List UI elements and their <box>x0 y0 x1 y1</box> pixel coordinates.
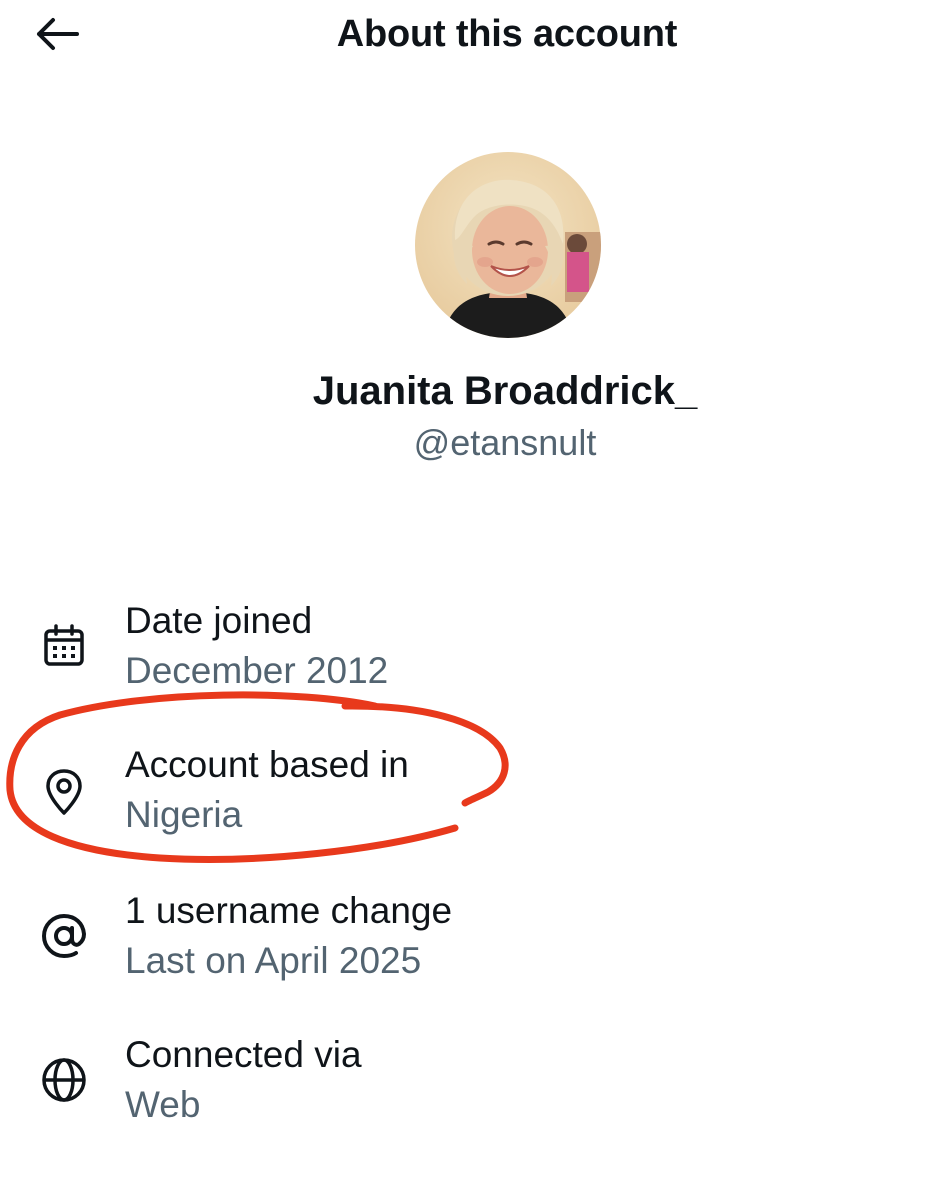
page-title: About this account <box>336 13 678 55</box>
calendar-icon <box>38 620 90 672</box>
display-name: Juanita Broaddrick_ <box>312 369 698 413</box>
date-joined-label: Date joined <box>125 600 313 641</box>
connected-via-row: Connected via Web <box>0 1032 946 1142</box>
connected-via-value: Web <box>125 1084 201 1125</box>
at-sign-icon <box>38 910 90 962</box>
username-change-row: 1 username change Last on April 2025 <box>0 888 946 998</box>
connected-via-label: Connected via <box>125 1034 362 1075</box>
date-joined-value: December 2012 <box>125 650 389 691</box>
account-location-value: Nigeria <box>125 794 243 835</box>
globe-icon <box>38 1054 90 1106</box>
username-handle: @etansnult <box>413 422 597 463</box>
account-location-label: Account based in <box>125 744 409 785</box>
avatar <box>415 152 601 338</box>
username-change-label: 1 username change <box>125 890 453 931</box>
username-change-value: Last on April 2025 <box>125 940 422 981</box>
date-joined-row: Date joined December 2012 <box>0 598 946 708</box>
top-app-bar: About this account <box>0 0 946 70</box>
location-pin-icon <box>38 766 90 818</box>
account-location-row: Account based in Nigeria <box>0 742 946 852</box>
